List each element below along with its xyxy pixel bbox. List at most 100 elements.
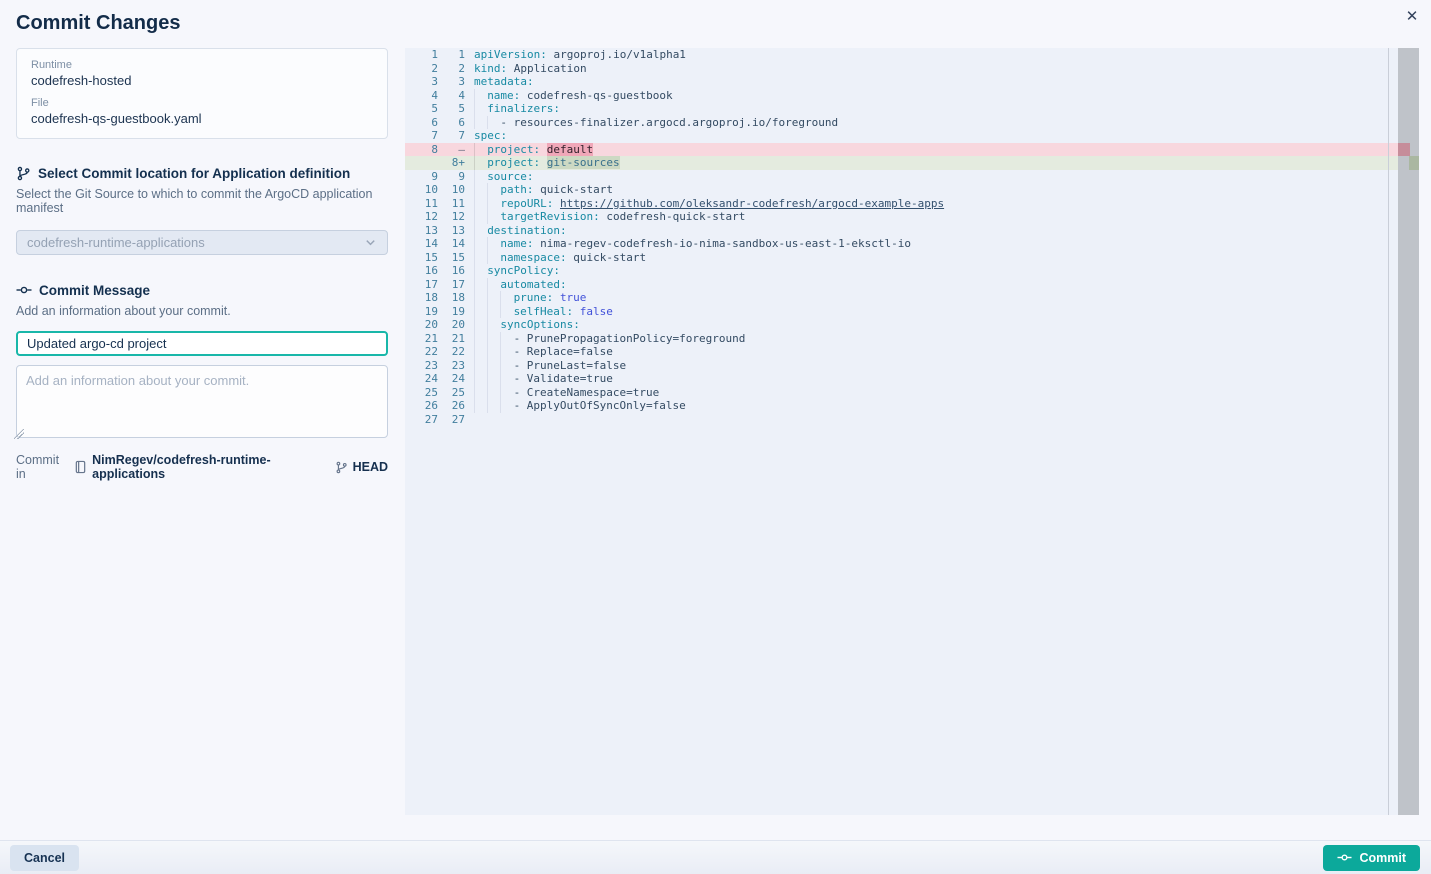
yaml-token-key: prune:	[514, 291, 554, 304]
message-heading: Commit Message	[16, 282, 388, 298]
yaml-token-val: - Replace=false	[514, 345, 613, 358]
yaml-token-val	[553, 291, 560, 304]
indent-guide	[500, 372, 513, 386]
yaml-token-key: source:	[487, 170, 533, 183]
diff-line: 66- resources-finalizer.argocd.argoproj.…	[405, 116, 1419, 130]
diff-line: 22kind: Application	[405, 62, 1419, 76]
dialog-title: Commit Changes	[16, 12, 180, 35]
indent-guide	[474, 102, 487, 116]
file-label: File	[31, 97, 373, 109]
indent-guide	[474, 291, 487, 305]
indent-guide	[500, 345, 513, 359]
indent-guide	[474, 332, 487, 346]
yaml-token-key: name:	[500, 237, 533, 250]
diff-line: 1010path: quick-start	[405, 183, 1419, 197]
indent-guide	[487, 237, 500, 251]
close-icon: ✕	[1406, 8, 1419, 25]
yaml-token-key: project:	[487, 143, 540, 156]
yaml-token-val: argoproj.io/v1alpha1	[547, 48, 686, 61]
indent-guide	[487, 278, 500, 292]
location-heading: Select Commit location for Application d…	[16, 166, 388, 181]
diff-line: 2424- Validate=true	[405, 372, 1419, 386]
yaml-token-key: selfHeal:	[514, 305, 574, 318]
diff-line: 1818prune: true	[405, 291, 1419, 305]
indent-guide	[474, 183, 487, 197]
diff-line: 2727	[405, 413, 1419, 427]
yaml-diff-viewer[interactable]: 11apiVersion: argoproj.io/v1alpha122kind…	[405, 48, 1419, 815]
location-subtext: Select the Git Source to which to commit…	[16, 187, 388, 215]
indent-guide	[474, 372, 487, 386]
yaml-token-val: - PruneLast=false	[514, 359, 627, 372]
yaml-token-val: - ApplyOutOfSyncOnly=false	[514, 399, 686, 412]
cancel-button[interactable]: Cancel	[10, 845, 79, 871]
footer-bar: Cancel Commit	[0, 840, 1431, 874]
overview-ruler[interactable]	[1398, 48, 1419, 815]
indent-guide	[474, 197, 487, 211]
yaml-token-addw: git-sources	[547, 156, 620, 169]
yaml-token-key: metadata:	[474, 75, 534, 88]
yaml-token-val: - CreateNamespace=true	[514, 386, 660, 399]
file-value: codefresh-qs-guestbook.yaml	[31, 111, 373, 126]
diff-line: 1414name: nima-regev-codefresh-io-nima-s…	[405, 237, 1419, 251]
runtime-label: Runtime	[31, 59, 373, 71]
indent-guide	[487, 399, 500, 413]
indent-guide	[474, 237, 487, 251]
diff-line: 1616syncPolicy:	[405, 264, 1419, 278]
indent-guide	[474, 305, 487, 319]
indent-guide	[474, 345, 487, 359]
yaml-token-key: name:	[487, 89, 520, 102]
yaml-token-key: path:	[500, 183, 533, 196]
indent-guide	[474, 264, 487, 278]
close-button[interactable]: ✕	[1401, 6, 1423, 28]
indent-guide	[487, 359, 500, 373]
commit-in-label: Commit in	[16, 453, 69, 481]
commit-button[interactable]: Commit	[1323, 845, 1420, 871]
diff-line: 33metadata:	[405, 75, 1419, 89]
yaml-token-key: targetRevision:	[500, 210, 599, 223]
yaml-token-val: nima-regev-codefresh-io-nima-sandbox-us-…	[534, 237, 912, 250]
ruler-deleted-marker	[1398, 143, 1410, 157]
yaml-token-val: codefresh-quick-start	[600, 210, 746, 223]
yaml-token-val: codefresh-qs-guestbook	[520, 89, 672, 102]
diff-line: 1919selfHeal: false	[405, 305, 1419, 319]
diff-line: 2525- CreateNamespace=true	[405, 386, 1419, 400]
diff-rows: 11apiVersion: argoproj.io/v1alpha122kind…	[405, 48, 1419, 426]
indent-guide	[474, 224, 487, 238]
git-branch-icon	[16, 166, 31, 181]
diff-line: 8—project: default	[405, 143, 1419, 157]
yaml-token-bool: true	[560, 291, 587, 304]
diff-line: 8+project: git-sources	[405, 156, 1419, 170]
indent-guide	[500, 386, 513, 400]
branch-name: HEAD	[353, 460, 388, 474]
yaml-token-key: apiVersion:	[474, 48, 547, 61]
commit-button-icon	[1337, 850, 1352, 865]
commit-form-panel: Runtime codefresh-hosted File codefresh-…	[16, 48, 388, 481]
indent-guide	[487, 210, 500, 224]
diff-line: 1313destination:	[405, 224, 1419, 238]
indent-guide	[500, 305, 513, 319]
diff-line: 99source:	[405, 170, 1419, 184]
indent-guide	[487, 318, 500, 332]
diff-line: 2020syncOptions:	[405, 318, 1419, 332]
yaml-token-val: - resources-finalizer.argocd.argoproj.io…	[500, 116, 838, 129]
runtime-value: codefresh-hosted	[31, 73, 373, 88]
yaml-token-val: quick-start	[567, 251, 646, 264]
indent-guide	[474, 210, 487, 224]
commit-message-input[interactable]	[16, 331, 388, 356]
repo-name: NimRegev/codefresh-runtime-applications	[92, 453, 329, 481]
chevron-down-icon	[364, 236, 377, 249]
indent-guide	[500, 291, 513, 305]
ruler-added-marker	[1409, 156, 1419, 170]
indent-guide	[487, 197, 500, 211]
indent-guide	[500, 332, 513, 346]
message-heading-text: Commit Message	[39, 283, 150, 298]
indent-guide	[487, 116, 500, 130]
commit-button-label: Commit	[1359, 851, 1406, 865]
repo-url-link[interactable]: https://github.com/oleksandr-codefresh/a…	[560, 197, 944, 210]
commit-description-textarea[interactable]	[16, 365, 388, 438]
indent-guide	[474, 399, 487, 413]
git-source-select[interactable]: codefresh-runtime-applications	[16, 230, 388, 255]
indent-guide	[487, 332, 500, 346]
diff-line: 1717automated:	[405, 278, 1419, 292]
indent-guide	[474, 251, 487, 265]
